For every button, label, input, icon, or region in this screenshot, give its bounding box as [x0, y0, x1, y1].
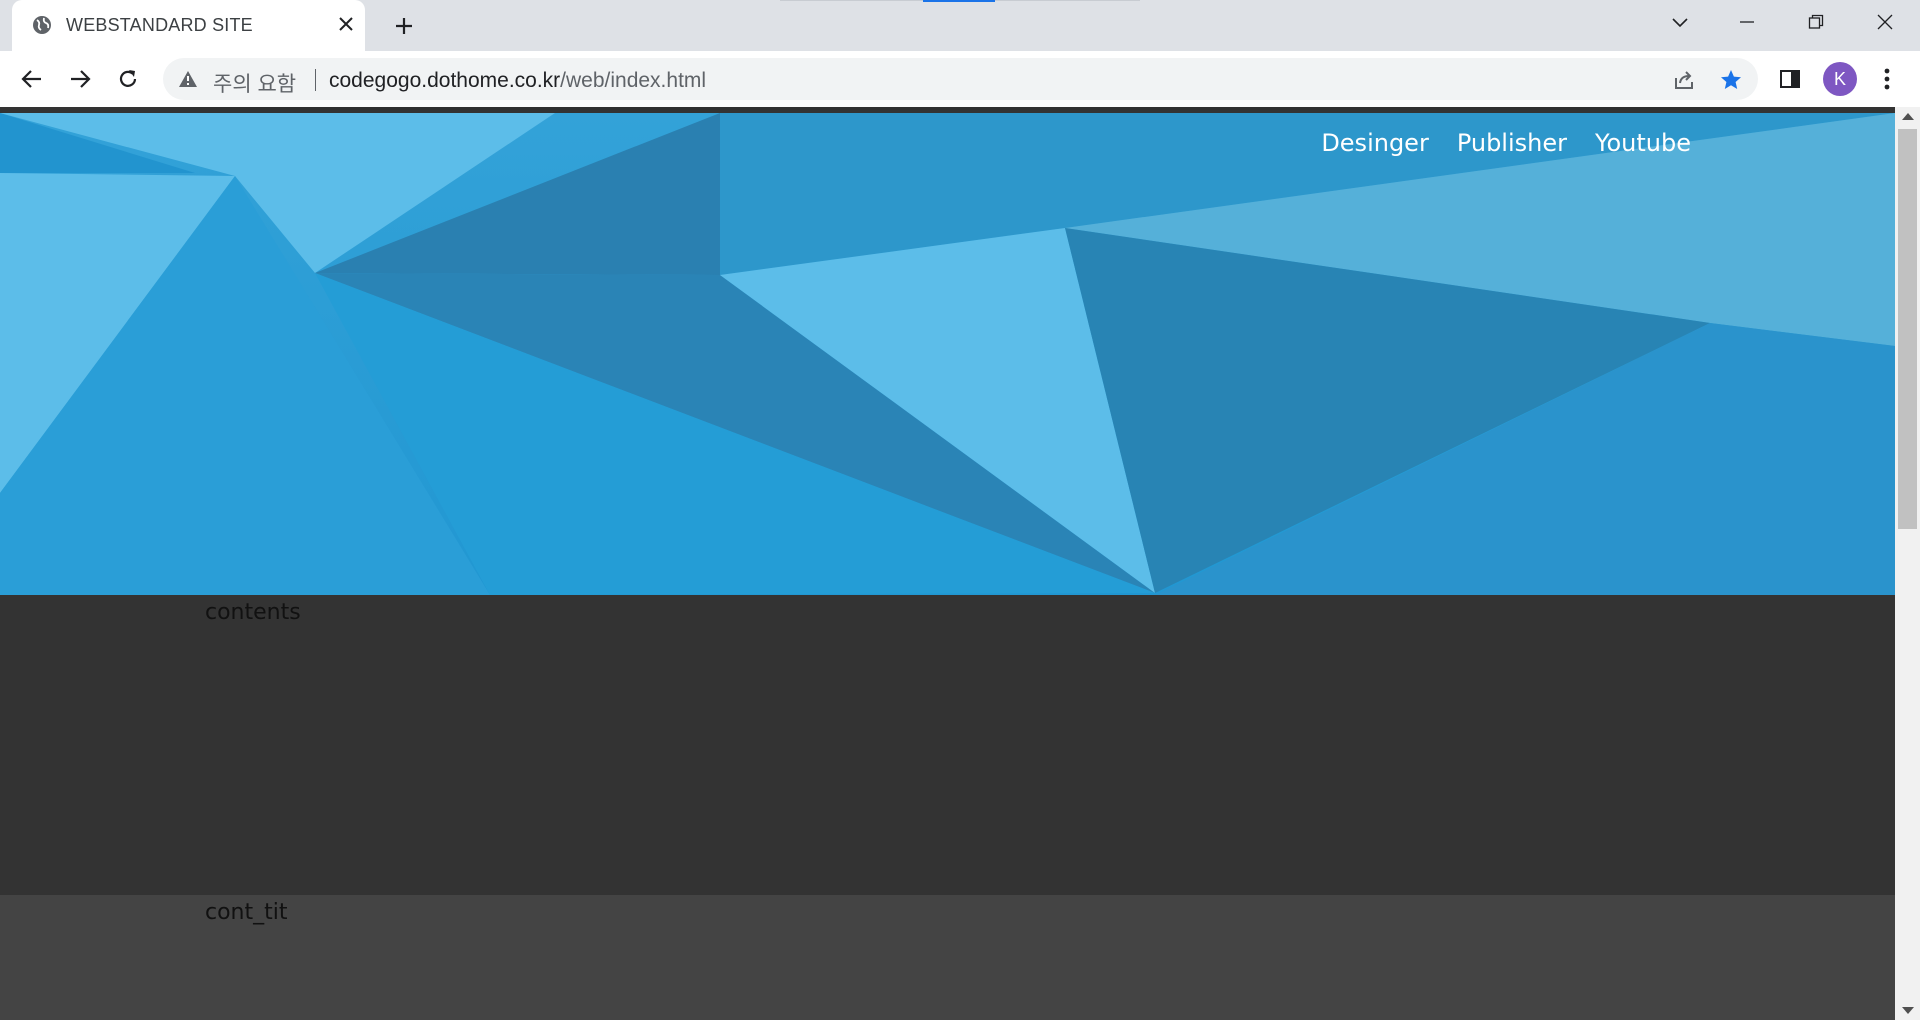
close-window-icon[interactable] [1865, 8, 1905, 36]
new-tab-icon[interactable] [390, 12, 418, 40]
scroll-up-arrow-icon[interactable] [1902, 113, 1914, 120]
tab-title: WEBSTANDARD SITE [66, 15, 253, 35]
top-nav: Desinger Publisher Youtube [1321, 129, 1691, 157]
nav-link-youtube[interactable]: Youtube [1595, 129, 1691, 157]
bookmark-star-icon[interactable] [1718, 67, 1744, 93]
close-tab-icon[interactable] [334, 12, 358, 36]
warning-icon[interactable] [178, 69, 198, 89]
minimize-icon[interactable] [1727, 8, 1767, 36]
browser-toolbar: 주의 요함 codegogo.dothome.co.kr/web/index.h… [0, 51, 1920, 108]
url-path: /web/index.html [560, 69, 707, 92]
forward-icon[interactable] [64, 63, 96, 95]
nav-link-publisher[interactable]: Publisher [1457, 129, 1567, 157]
contents-label: contents [205, 600, 301, 625]
share-icon[interactable] [1671, 67, 1697, 93]
cont-tit-section: cont_tit [0, 895, 1895, 1020]
address-bar[interactable]: 주의 요함 codegogo.dothome.co.kr/web/index.h… [163, 58, 1758, 100]
back-icon[interactable] [16, 63, 48, 95]
url-text[interactable]: codegogo.dothome.co.kr/web/index.html [329, 69, 706, 93]
scroll-down-arrow-icon[interactable] [1902, 1007, 1914, 1014]
web-page: Desinger Publisher Youtube contents cont… [0, 107, 1895, 1020]
tab-strip: WEBSTANDARD SITE [0, 0, 1920, 51]
hero-polygon-background [0, 113, 1895, 595]
security-label[interactable]: 주의 요함 [213, 68, 296, 98]
menu-kebab-icon[interactable] [1873, 65, 1901, 93]
restore-icon[interactable] [1796, 8, 1836, 36]
side-panel-icon[interactable] [1776, 65, 1804, 93]
scrollbar-thumb[interactable] [1898, 129, 1917, 529]
reload-icon[interactable] [112, 63, 144, 95]
hero-banner: Desinger Publisher Youtube [0, 113, 1895, 595]
url-host: codegogo.dothome.co.kr [329, 69, 561, 92]
tab-search-icon[interactable] [1660, 8, 1700, 36]
nav-link-designer[interactable]: Desinger [1321, 129, 1429, 157]
divider [315, 69, 316, 91]
cont-tit-label: cont_tit [205, 900, 288, 925]
contents-section: contents [0, 595, 1895, 895]
loading-indicator [923, 0, 995, 2]
browser-tab[interactable]: WEBSTANDARD SITE [12, 0, 365, 51]
profile-avatar[interactable]: K [1823, 62, 1857, 96]
globe-icon [32, 15, 52, 35]
vertical-scrollbar[interactable] [1895, 107, 1920, 1020]
